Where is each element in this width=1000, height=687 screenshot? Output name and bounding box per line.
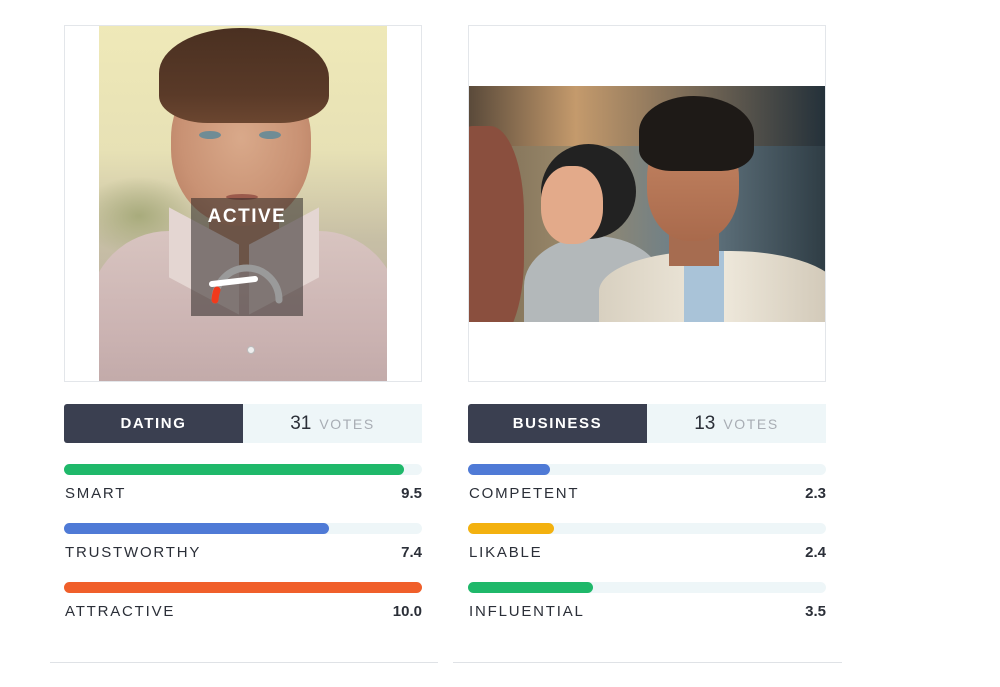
active-status-overlay: ACTIVE bbox=[191, 198, 303, 316]
trait-smart: SMART 9.5 bbox=[64, 464, 422, 523]
trait-value: 3.5 bbox=[805, 603, 826, 620]
rating-header: BUSINESS 13 VOTES bbox=[468, 404, 826, 443]
trait-value: 9.5 bbox=[401, 485, 422, 502]
trait-fill bbox=[64, 464, 405, 475]
trait-name: LIKABLE bbox=[469, 544, 543, 561]
profile-card-dating: ACTIVE DATING 31 VOTES SMART 9.5 TRUSTWO… bbox=[64, 25, 422, 641]
trait-value: 10.0 bbox=[392, 603, 422, 620]
trait-influential: INFLUENTIAL 3.5 bbox=[468, 582, 826, 641]
trait-track bbox=[468, 464, 826, 475]
profile-photo[interactable]: ACTIVE bbox=[99, 26, 387, 381]
votes-count: 31 bbox=[290, 412, 312, 434]
trait-fill bbox=[468, 464, 551, 475]
trait-name: SMART bbox=[65, 485, 127, 502]
category-tab-business[interactable]: BUSINESS bbox=[468, 404, 647, 443]
photo-frame: ACTIVE bbox=[64, 25, 422, 382]
trait-value: 2.4 bbox=[805, 544, 826, 561]
trait-name: ATTRACTIVE bbox=[65, 603, 176, 620]
trait-fill bbox=[64, 582, 422, 593]
votes-count: 13 bbox=[694, 412, 716, 434]
trait-track bbox=[64, 582, 422, 593]
votes-label: VOTES bbox=[319, 415, 375, 432]
trait-fill bbox=[468, 523, 554, 534]
trait-name: TRUSTWORTHY bbox=[65, 544, 202, 561]
trait-track bbox=[468, 523, 826, 534]
trait-likable: LIKABLE 2.4 bbox=[468, 523, 826, 582]
trait-list: COMPETENT 2.3 LIKABLE 2.4 INFLUENTIAL 3.… bbox=[468, 464, 826, 641]
trait-track bbox=[64, 523, 422, 534]
trait-name: COMPETENT bbox=[469, 485, 580, 502]
trait-fill bbox=[64, 523, 329, 534]
gauge-icon bbox=[209, 264, 283, 304]
votes-label: VOTES bbox=[723, 415, 779, 432]
trait-fill bbox=[468, 582, 594, 593]
trait-track bbox=[64, 464, 422, 475]
profile-card-business: BUSINESS 13 VOTES COMPETENT 2.3 LIKABLE … bbox=[468, 25, 826, 641]
card-divider bbox=[50, 662, 438, 663]
trait-name: INFLUENTIAL bbox=[469, 603, 585, 620]
trait-competent: COMPETENT 2.3 bbox=[468, 464, 826, 523]
trait-track bbox=[468, 582, 826, 593]
category-tab-dating[interactable]: DATING bbox=[64, 404, 243, 443]
card-divider bbox=[453, 662, 842, 663]
trait-value: 2.3 bbox=[805, 485, 826, 502]
active-label: ACTIVE bbox=[207, 206, 287, 227]
photo-frame bbox=[468, 25, 826, 382]
votes-summary: 13 VOTES bbox=[647, 404, 826, 443]
trait-trustworthy: TRUSTWORTHY 7.4 bbox=[64, 523, 422, 582]
rating-header: DATING 31 VOTES bbox=[64, 404, 422, 443]
profile-photo[interactable] bbox=[469, 86, 825, 322]
trait-attractive: ATTRACTIVE 10.0 bbox=[64, 582, 422, 641]
trait-value: 7.4 bbox=[401, 544, 422, 561]
trait-list: SMART 9.5 TRUSTWORTHY 7.4 ATTRACTIVE 10.… bbox=[64, 464, 422, 641]
votes-summary: 31 VOTES bbox=[243, 404, 422, 443]
